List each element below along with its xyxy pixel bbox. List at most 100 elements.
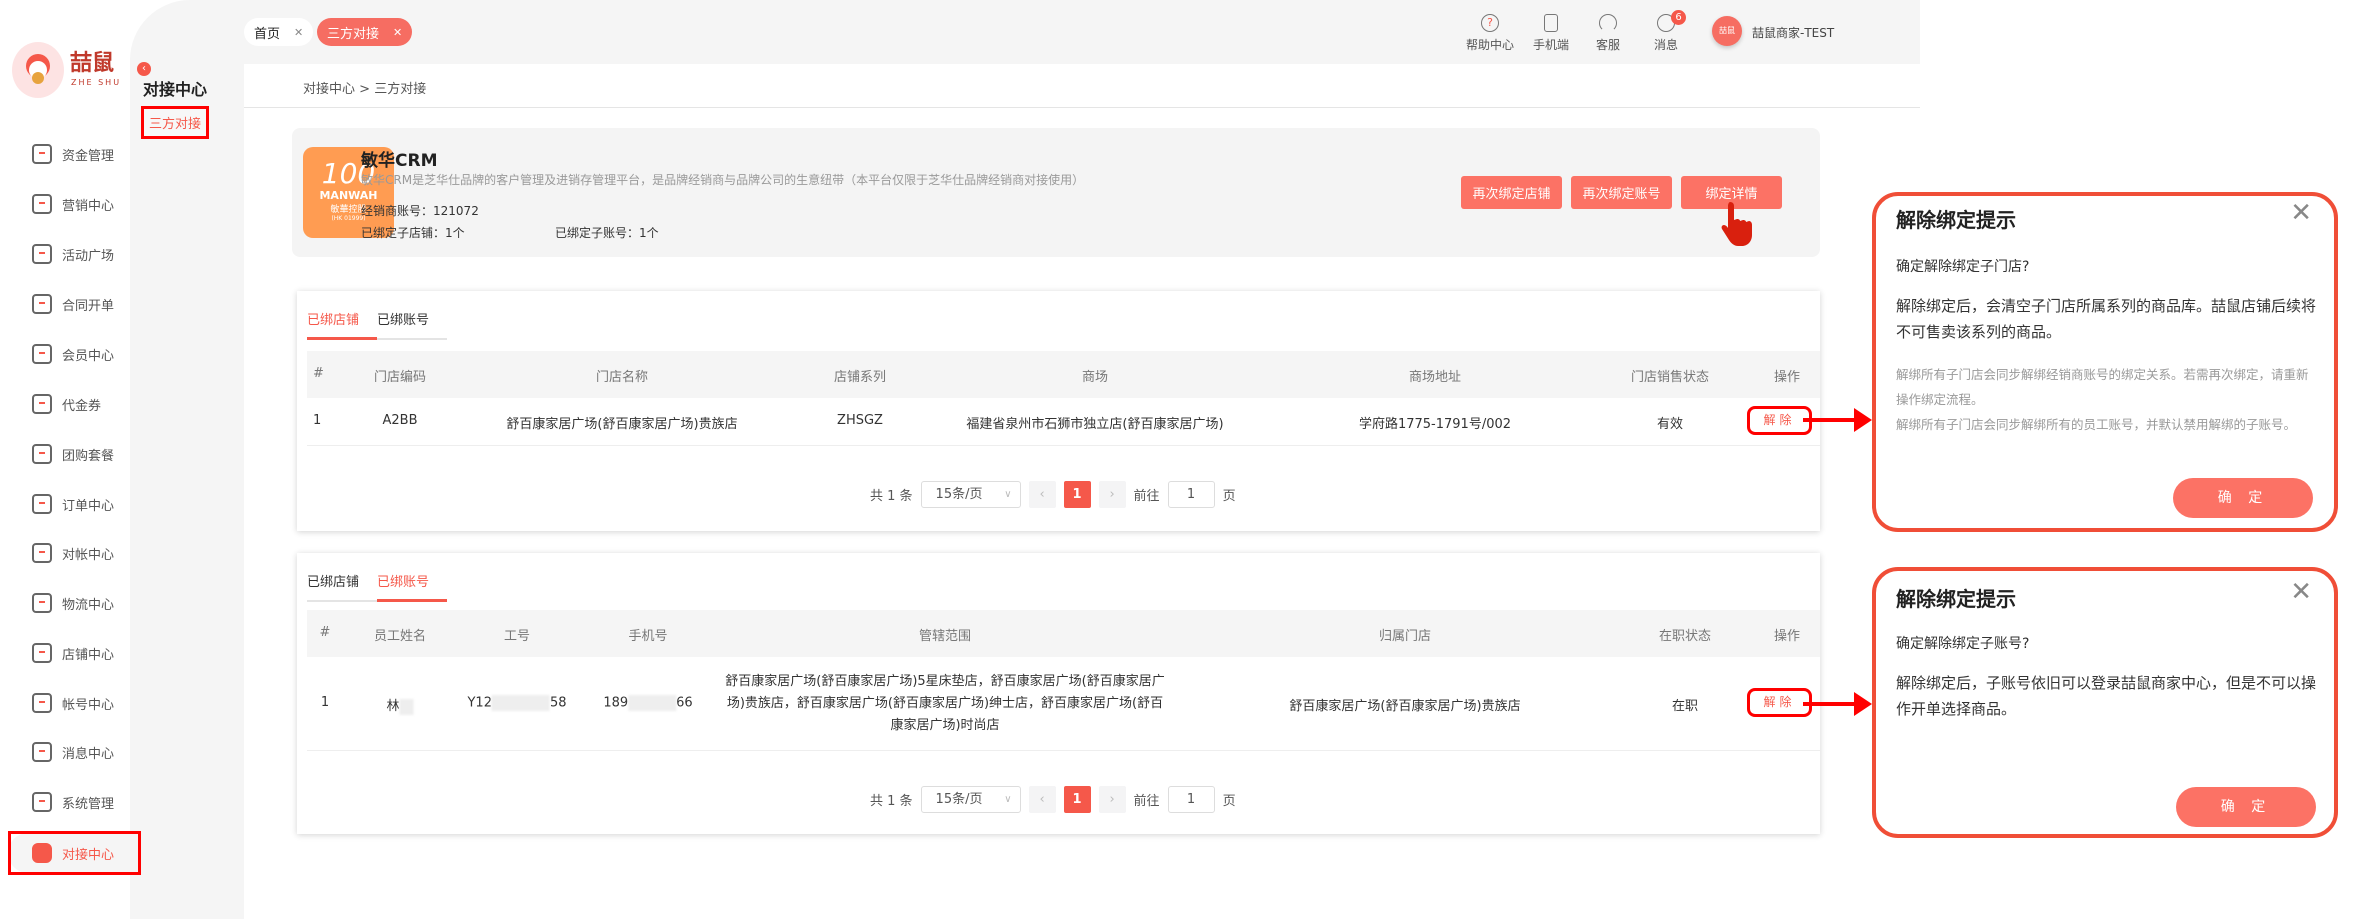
help-center-button[interactable]: ? 帮助中心: [1460, 14, 1520, 53]
sidebar-item-3[interactable]: 合同开单: [8, 284, 138, 324]
collapse-sidebar-button[interactable]: ‹: [137, 62, 151, 76]
package-icon: [32, 593, 52, 613]
sidebar-item-label: 活动广场: [62, 248, 115, 264]
sidebar-item-1[interactable]: 营销中心: [8, 184, 138, 224]
dialog-title: 解除绑定提示: [1896, 587, 2016, 611]
sidebar-item-4[interactable]: 会员中心: [8, 334, 138, 374]
tab-home[interactable]: 首页 ✕: [244, 18, 314, 46]
tab-bound-stores[interactable]: 已绑店铺: [307, 571, 377, 602]
table-header: # 门店编码 门店名称 店铺系列 商场 商场地址 门店销售状态 操作: [307, 351, 1820, 398]
dialog-body: 解除绑定后，会清空子门店所属系列的商品库。喆鼠店铺后续将不可售卖该系列的商品。: [1896, 297, 2317, 341]
cell-employee-name: 林: [386, 695, 414, 715]
sidebar-item-label: 订单中心: [62, 498, 115, 514]
sidebar-item-0[interactable]: 资金管理: [8, 134, 138, 174]
next-page-button[interactable]: ›: [1098, 786, 1126, 813]
goto-label: 前往: [1133, 794, 1160, 809]
tag-icon: [32, 444, 52, 464]
divider: [244, 107, 1920, 108]
page-size-select[interactable]: 15条/页 ∨: [920, 481, 1021, 508]
integration-description: 敏华CRM是芝华仕品牌的客户管理及进销存管理平台，是品牌经销商与品牌公司的生意纽…: [361, 173, 1085, 187]
pagination: 共 1 条 15条/页 ∨ ‹ 1 › 前往 1 页: [870, 481, 1236, 508]
tab-third-party[interactable]: 三方对接 ✕: [317, 18, 413, 46]
sidebar-item-label: 代金券: [62, 398, 102, 414]
sidebar-item-2[interactable]: 活动广场: [8, 234, 138, 274]
user-name[interactable]: 喆鼠商家-TEST: [1752, 24, 1834, 41]
yen-icon: [32, 543, 52, 563]
sidebar-item-label: 消息中心: [62, 746, 115, 762]
column-header: 门店编码: [373, 370, 427, 385]
messages-label: 消息: [1653, 38, 1678, 52]
cell-mall: 福建省泉州市石狮市独立店(舒百康家居广场): [966, 417, 1224, 432]
brand-name: 喆鼠: [70, 51, 115, 76]
sidebar-item-6[interactable]: 团购套餐: [8, 434, 138, 474]
total-count: 共 1 条: [870, 489, 913, 504]
page-size-select[interactable]: 15条/页 ∨: [920, 786, 1021, 813]
mobile-button[interactable]: 手机端: [1521, 14, 1581, 53]
table-row: 1 林 Y12 58 189 66 舒百康家居广场(舒百康家居广场)5星床垫店，舒百…: [307, 657, 1820, 751]
card-tabs: 已绑店铺 已绑账号: [307, 571, 447, 602]
chat-icon: [32, 742, 52, 762]
column-header: 在职状态: [1658, 629, 1712, 644]
sidebar-item-12[interactable]: 消息中心: [8, 732, 138, 772]
page-1-button[interactable]: 1: [1063, 481, 1091, 508]
messages-button[interactable]: 6 消息: [1636, 10, 1696, 53]
rebind-store-button[interactable]: 再次绑定店铺: [1461, 176, 1562, 209]
close-icon[interactable]: ✕: [2290, 198, 2312, 228]
tab-bound-accounts[interactable]: 已绑账号: [377, 309, 447, 340]
next-page-button[interactable]: ›: [1098, 481, 1126, 508]
headset-icon: [1599, 14, 1617, 32]
column-header: 商场地址: [1408, 370, 1462, 385]
sidebar-item-5[interactable]: 代金券: [8, 384, 138, 424]
brand-sub: ZHE SHU: [71, 78, 122, 87]
cell-store-name: 舒百康家居广场(舒百康家居广场)贵族店: [506, 417, 738, 432]
marketing-icon: [32, 194, 52, 214]
submenu-item-third-party[interactable]: 三方对接: [141, 106, 209, 139]
tab-bound-accounts[interactable]: 已绑账号: [377, 571, 447, 602]
confirm-button[interactable]: 确 定: [2173, 478, 2313, 518]
cell-scope: 舒百康家居广场(舒百康家居广场)5星床垫店，舒百康家居广场(舒百康家居广场)贵族…: [725, 674, 1165, 733]
bound-accounts-card: 已绑店铺 已绑账号 # 员工姓名 工号 手机号 管辖范围 归属门店 在职状态 操…: [297, 553, 1820, 834]
avatar[interactable]: 喆鼠: [1712, 16, 1742, 46]
total-count: 共 1 条: [870, 794, 913, 809]
sidebar-item-10[interactable]: 店铺中心: [8, 633, 138, 673]
sidebar-item-label: 资金管理: [62, 148, 115, 164]
page-1-button[interactable]: 1: [1063, 786, 1091, 813]
sidebar-item-8[interactable]: 对帐中心: [8, 533, 138, 573]
help-label: 帮助中心: [1465, 38, 1514, 52]
close-icon[interactable]: ✕: [294, 26, 303, 39]
sidebar-item-9[interactable]: 物流中心: [8, 583, 138, 623]
page-suffix: 页: [1222, 794, 1236, 809]
column-header: 工号: [503, 629, 531, 644]
confirm-button[interactable]: 确 定: [2176, 787, 2316, 827]
box-icon: [32, 244, 52, 264]
service-button[interactable]: 客服: [1578, 14, 1638, 53]
annotation-arrow: [1803, 418, 1858, 422]
brand-logo-mascot: [12, 42, 64, 98]
cell-status: 有效: [1656, 417, 1684, 432]
sidebar-item-13[interactable]: 系统管理: [8, 782, 138, 822]
column-header: 操作: [1773, 370, 1801, 385]
rebind-account-button[interactable]: 再次绑定账号: [1571, 176, 1672, 209]
column-header: 操作: [1773, 629, 1801, 644]
breadcrumb-parent[interactable]: 对接中心: [303, 82, 355, 97]
dialog-note: 解绑所有子门店会同步解绑所有的员工账号，并默认禁用解绑的子账号。: [1896, 417, 2297, 432]
sidebar-item-7[interactable]: 订单中心: [8, 484, 138, 524]
bound-accounts-count: 已绑定子账号：1个: [555, 226, 659, 240]
tab-bound-stores[interactable]: 已绑店铺: [307, 309, 377, 340]
sidebar-item-11[interactable]: 帐号中心: [8, 683, 138, 723]
close-icon[interactable]: ✕: [393, 26, 402, 39]
goto-page-input[interactable]: 1: [1167, 786, 1215, 813]
dialog-body: 解除绑定后，子账号依旧可以登录喆鼠商家中心，但是不可以操作开单选择商品。: [1896, 674, 2317, 718]
goto-page-input[interactable]: 1: [1167, 481, 1215, 508]
message-count-badge: 6: [1671, 10, 1686, 25]
column-header: 门店名称: [595, 370, 649, 385]
prev-page-button[interactable]: ‹: [1028, 481, 1056, 508]
unbind-store-dialog: 解除绑定提示 ✕ 确定解除绑定子门店? 解除绑定后，会清空子门店所属系列的商品库…: [1872, 192, 2338, 532]
page-suffix: 页: [1222, 489, 1236, 504]
breadcrumb: 对接中心 > 三方对接: [303, 78, 426, 97]
close-icon[interactable]: ✕: [2290, 577, 2312, 607]
sidebar-item-label: 对帐中心: [62, 547, 115, 563]
prev-page-button[interactable]: ‹: [1028, 786, 1056, 813]
cell-address: 学府路1775-1791号/002: [1358, 417, 1512, 432]
cell-store-code: A2BB: [382, 413, 418, 428]
